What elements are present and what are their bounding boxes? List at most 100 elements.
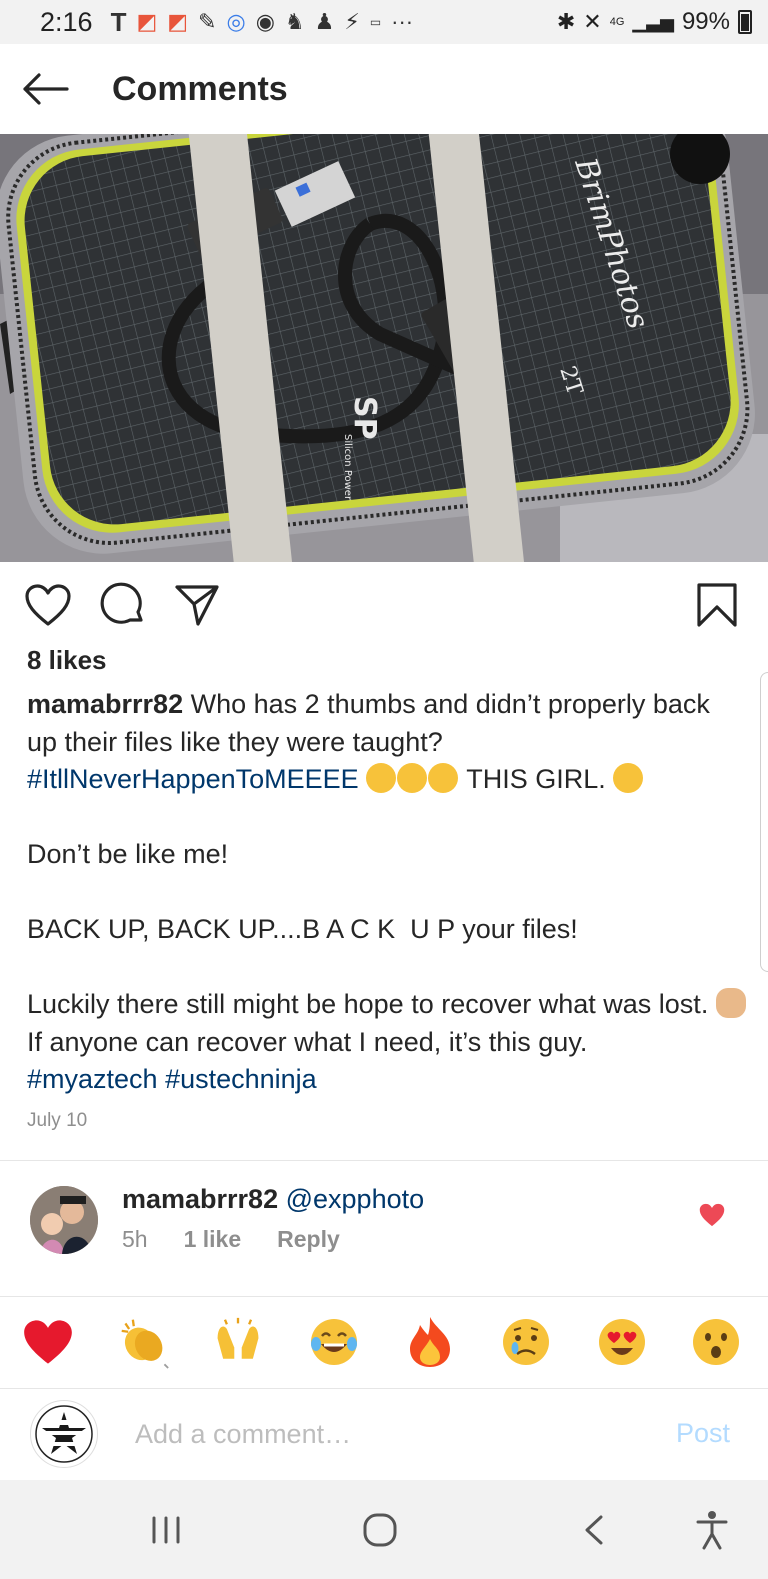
raised-hands-reaction-button[interactable]	[212, 1316, 264, 1368]
comment-like-button[interactable]	[698, 1202, 726, 1228]
back-arrow-icon	[23, 73, 69, 105]
recent-apps-icon	[152, 1516, 180, 1544]
t-mobile-icon: T	[110, 6, 127, 37]
scrollbar[interactable]	[760, 672, 768, 972]
raised-hands-icon	[217, 1317, 259, 1359]
page-title: Comments	[112, 69, 288, 108]
notification-icons: T ◩ ◩ ✎ ◎ ◉ ♞ ♟ ⚡ ▭ ···	[111, 7, 414, 38]
avatar-image	[30, 1186, 98, 1254]
comment-username[interactable]: mamabrrr82	[122, 1184, 278, 1214]
comment-meta: 5h 1 like Reply	[122, 1226, 340, 1253]
post-button[interactable]: Post	[676, 1418, 730, 1449]
flushed-face-icon	[397, 763, 428, 793]
signal-icon: ▁▃▅	[632, 11, 674, 32]
photo-brand-sub-text: Silicon Power	[342, 434, 353, 501]
photo-illustration: SP Silicon Power BrimPhotos 2T	[0, 134, 768, 562]
paper-plane-icon	[175, 585, 219, 626]
comment-row: mamabrrr82 @expphoto 5h 1 like Reply	[0, 1164, 768, 1294]
post-date: July 10	[27, 1110, 88, 1131]
hashtag-link[interactable]: #myaztech	[27, 1064, 158, 1094]
status-bar: 2:16 T ◩ ◩ ✎ ◎ ◉ ♞ ♟ ⚡ ▭ ··· ✱ ✕ 4G ▁▃▅ …	[0, 0, 768, 44]
battery-icon	[738, 10, 752, 34]
divider	[0, 1160, 768, 1161]
caption-username[interactable]: mamabrrr82	[27, 689, 183, 719]
hashtag-link[interactable]: #ustechninja	[165, 1064, 317, 1094]
comment-input[interactable]	[135, 1412, 655, 1456]
person-icon: ♟	[314, 9, 335, 34]
avatar[interactable]	[30, 1186, 98, 1254]
pen-icon: ✎	[198, 9, 217, 34]
caption-text: THIS GIRL.	[466, 764, 606, 794]
post-caption: mamabrrr82 Who has 2 thumbs and didn’t p…	[27, 686, 747, 1099]
bolt-icon: ⚡	[344, 9, 360, 34]
wow-reaction-button[interactable]	[690, 1316, 742, 1368]
caption-text: If anyone can recover what I need, it’s …	[27, 1026, 588, 1057]
comment-bubble-icon	[100, 582, 143, 624]
comment-button[interactable]	[96, 578, 150, 632]
divider	[0, 1388, 768, 1389]
divider	[0, 1296, 768, 1297]
bluetooth-icon: ✱	[556, 9, 576, 34]
crossed-fingers-icon	[715, 988, 746, 1018]
status-time: 2:16	[40, 6, 93, 37]
cry-reaction-button[interactable]	[500, 1316, 552, 1368]
upside-down-face-icon	[366, 763, 397, 793]
heart-filled-icon	[699, 1203, 725, 1227]
avatar[interactable]	[30, 1400, 98, 1468]
red-heart-icon	[24, 1320, 72, 1364]
clap-reaction-button[interactable]	[118, 1316, 170, 1369]
likes-count[interactable]: 8 likes	[27, 645, 107, 676]
profile-logo-image	[35, 1405, 93, 1463]
accessibility-icon	[696, 1511, 728, 1550]
home-button[interactable]	[356, 1506, 404, 1554]
home-icon	[363, 1513, 397, 1547]
like-button[interactable]	[21, 578, 75, 632]
caption-text: Don’t be like me!	[27, 839, 229, 869]
comment-time: 5h	[122, 1226, 148, 1252]
accessibility-button[interactable]	[688, 1506, 736, 1554]
emoji-reaction-bar	[0, 1298, 768, 1388]
heart-eyes-icon	[599, 1319, 645, 1365]
caption-text: BACK UP, BACK UP....B A C K U P your fil…	[27, 914, 578, 944]
joy-reaction-button[interactable]	[308, 1316, 360, 1368]
fire-reaction-button[interactable]	[404, 1316, 456, 1368]
hashtag-link[interactable]: #ItllNeverHappenToMEEEE	[27, 764, 359, 794]
reply-button[interactable]: Reply	[277, 1226, 340, 1253]
crying-face-icon	[503, 1319, 549, 1365]
post-actions	[0, 568, 768, 638]
system-icons: ✱ ✕ 4G ▁▃▅ 99%	[557, 8, 752, 36]
chat-icon: ◎	[226, 9, 246, 34]
crying-face-icon	[613, 763, 644, 793]
comment-mention[interactable]: @expphoto	[286, 1184, 425, 1214]
mute-icon: ✕	[583, 9, 602, 34]
app-icon: ◩	[136, 9, 158, 34]
clapping-hands-icon	[121, 1319, 169, 1369]
target-icon: ◉	[255, 9, 275, 34]
amazon-icon: ▭	[369, 15, 382, 29]
save-button[interactable]	[690, 578, 744, 632]
surprised-face-icon	[693, 1319, 739, 1365]
comment-username-line: mamabrrr82 @expphoto	[122, 1184, 424, 1215]
app-icon: ♞	[284, 9, 305, 34]
recent-apps-button[interactable]	[142, 1506, 190, 1554]
bookmark-icon	[697, 583, 737, 627]
heart-eyes-reaction-button[interactable]	[596, 1316, 648, 1368]
back-nav-button[interactable]	[570, 1506, 618, 1554]
battery-percent: 99%	[681, 8, 730, 35]
network-type: 4G	[609, 16, 625, 28]
fire-icon	[410, 1317, 450, 1367]
comment-likes[interactable]: 1 like	[184, 1226, 242, 1253]
more-icon: ···	[391, 9, 414, 34]
heart-reaction-button[interactable]	[22, 1316, 74, 1368]
eye-roll-face-icon	[428, 763, 459, 793]
back-button[interactable]	[0, 44, 90, 134]
share-button[interactable]	[170, 578, 224, 632]
comment-composer: Post	[0, 1392, 768, 1480]
header: Comments	[0, 44, 768, 134]
app-icon: ◩	[167, 9, 189, 34]
heart-outline-icon	[25, 584, 71, 626]
system-nav-bar	[0, 1480, 768, 1579]
chevron-left-icon	[585, 1515, 603, 1545]
post-photo[interactable]: SP Silicon Power BrimPhotos 2T	[0, 134, 768, 562]
caption-text: Luckily there still might be hope to rec…	[27, 989, 709, 1019]
